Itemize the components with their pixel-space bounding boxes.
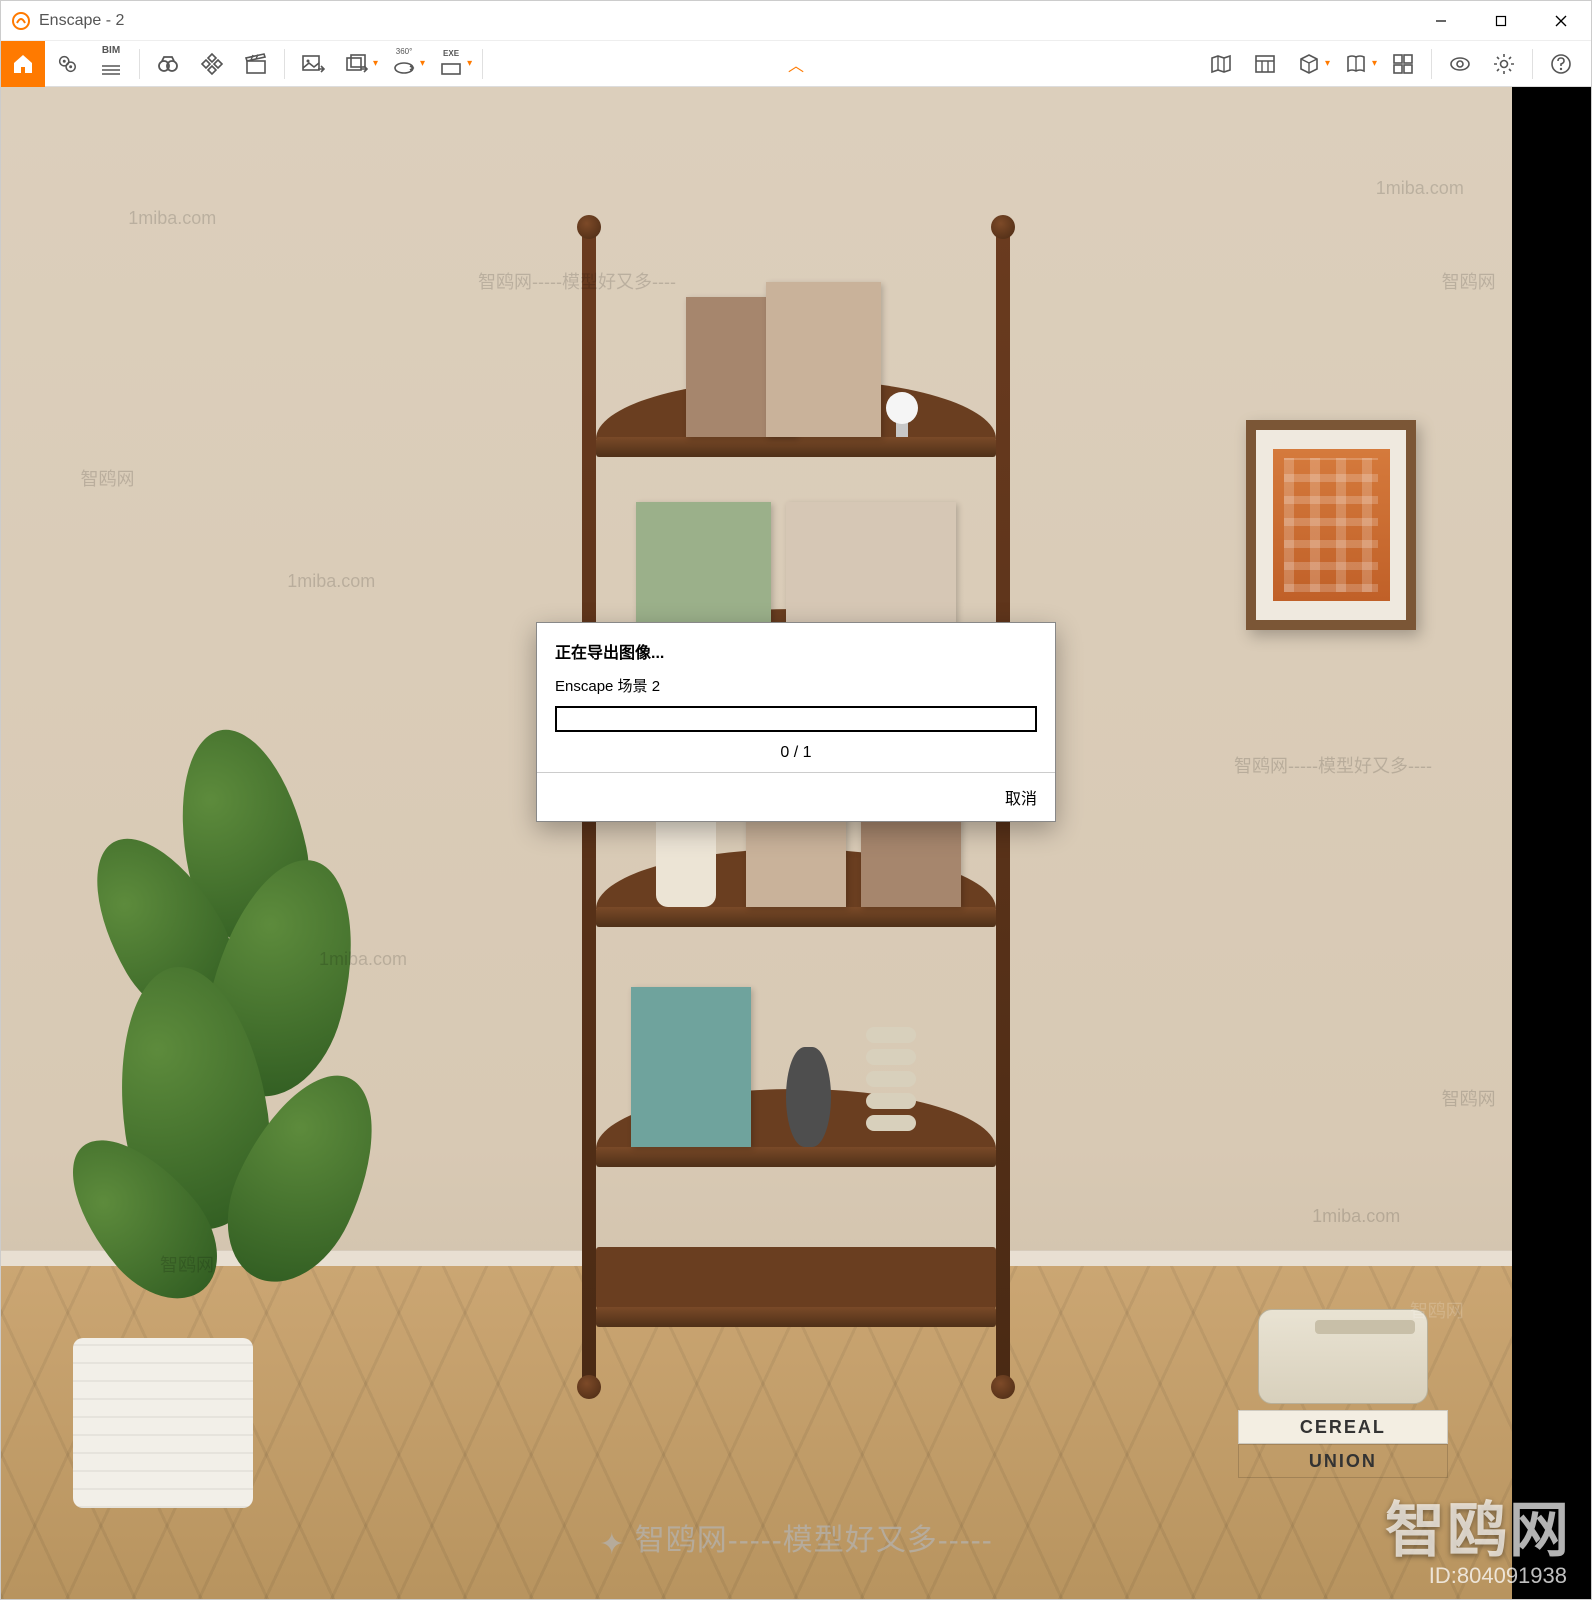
render-viewport[interactable]: CEREAL UNION xyxy=(1,87,1591,1599)
exe-label: EXE xyxy=(443,49,459,58)
cancel-button[interactable]: 取消 xyxy=(1005,785,1037,809)
toolbar-separator xyxy=(284,49,285,79)
watermark-center: ✦ 智鸥网-----模型好又多----- xyxy=(599,1515,992,1559)
watermark: 1miba.com xyxy=(1376,178,1464,199)
scene-radio xyxy=(1258,1309,1428,1404)
bim-button[interactable]: BIM xyxy=(89,41,133,87)
help-button[interactable] xyxy=(1539,41,1583,87)
home-button[interactable] xyxy=(1,41,45,87)
book-button[interactable] xyxy=(1334,41,1378,87)
settings-button[interactable] xyxy=(1482,41,1526,87)
close-button[interactable] xyxy=(1531,1,1591,41)
toolbar: BIM ▾ 360° ▾ xyxy=(1,41,1591,87)
scene-book-stack: CEREAL UNION xyxy=(1238,1309,1448,1478)
monitor-button[interactable] xyxy=(1381,41,1425,87)
export-image-button[interactable] xyxy=(291,41,335,87)
expand-toolbar-chevron[interactable]: ︿ xyxy=(788,52,804,76)
dialog-title: 正在导出图像... xyxy=(555,639,1037,663)
exe-export-button[interactable]: EXE xyxy=(429,41,473,87)
toolbar-separator xyxy=(482,49,483,79)
watermark-big: 智鸥网 xyxy=(1385,1482,1571,1569)
scene-stack-book: UNION xyxy=(1238,1444,1448,1478)
window-title: Enscape - 2 xyxy=(39,12,124,30)
bim-label: BIM xyxy=(102,45,120,56)
toolbar-separator xyxy=(1532,49,1533,79)
asset-library-button[interactable] xyxy=(1243,41,1287,87)
scene-plant-pot xyxy=(73,1338,253,1508)
watermark-id: ID:804091938 xyxy=(1429,1563,1567,1589)
map-button[interactable] xyxy=(1199,41,1243,87)
binoculars-button[interactable] xyxy=(146,41,190,87)
watermark: 1miba.com xyxy=(1312,1206,1400,1227)
app-icon xyxy=(11,11,31,31)
toolbar-separator xyxy=(1431,49,1432,79)
viewport-letterbox-right xyxy=(1512,87,1592,1599)
watermark: 1miba.com xyxy=(287,571,375,592)
visual-settings-button[interactable] xyxy=(1438,41,1482,87)
progress-bar xyxy=(555,706,1037,732)
scene-plant xyxy=(33,688,373,1508)
view-cube-button[interactable] xyxy=(190,41,234,87)
titlebar: Enscape - 2 xyxy=(1,1,1591,41)
viewport-wrapper: CEREAL UNION xyxy=(1,87,1591,1599)
minimize-button[interactable] xyxy=(1411,1,1471,41)
maximize-button[interactable] xyxy=(1471,1,1531,41)
cube-button[interactable] xyxy=(1287,41,1331,87)
watermark: 智鸥网 xyxy=(1442,1085,1496,1111)
watermark: 智鸥网-----模型好又多---- xyxy=(1234,752,1432,778)
pin-location-button[interactable] xyxy=(45,41,89,87)
clapboard-button[interactable] xyxy=(234,41,278,87)
watermark: 智鸥网 xyxy=(1442,268,1496,294)
progress-count: 0 / 1 xyxy=(555,744,1037,762)
export-progress-dialog: 正在导出图像... Enscape 场景 2 0 / 1 取消 xyxy=(536,622,1056,822)
dialog-subtitle: Enscape 场景 2 xyxy=(555,675,1037,696)
panorama-360-button[interactable]: 360° xyxy=(382,41,426,87)
toolbar-right: ▾ ▾ xyxy=(1199,41,1591,86)
scene-stack-book: CEREAL xyxy=(1238,1410,1448,1444)
watermark: 1miba.com xyxy=(128,208,216,229)
scene-picture-frame xyxy=(1246,420,1416,630)
deg-label: 360° xyxy=(396,47,413,56)
watermark: 智鸥网 xyxy=(81,465,135,491)
app-window: Enscape - 2 BIM xyxy=(0,0,1592,1600)
toolbar-separator xyxy=(139,49,140,79)
toolbar-left: BIM ▾ 360° ▾ xyxy=(1,41,489,86)
window-controls xyxy=(1411,1,1591,41)
batch-export-button[interactable] xyxy=(335,41,379,87)
